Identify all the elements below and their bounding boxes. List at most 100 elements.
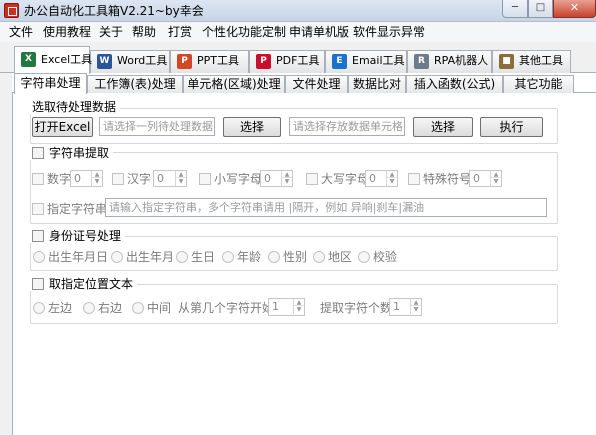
maximize-button[interactable]: □ (528, 0, 553, 18)
verify-radio[interactable] (358, 251, 370, 263)
region-radio[interactable] (313, 251, 325, 263)
digit-checkbox[interactable] (32, 173, 44, 185)
tab-insert-function[interactable]: 插入函数(公式) (406, 75, 503, 93)
tab-workbook-processing[interactable]: 工作簿(表)处理 (87, 75, 183, 93)
start-position-stepper[interactable]: 1 ▲ ▼ (268, 298, 305, 316)
folder-icon: ■ (499, 54, 514, 69)
chevron-down-icon[interactable]: ▼ (491, 178, 501, 185)
open-excel-button[interactable]: 打开Excel (32, 117, 93, 137)
id-card-group-title: 身份证号处理 (30, 229, 126, 243)
execute-button[interactable]: 执行 (480, 117, 543, 137)
window-title: 办公自动化工具箱V2.21~by幸会 (24, 4, 204, 18)
pdf-icon: P (256, 54, 271, 69)
digit-stepper[interactable]: 0 ▲ ▼ (70, 170, 103, 187)
tab-word[interactable]: W Word工具 (90, 50, 170, 73)
birth-month-radio[interactable] (111, 251, 123, 263)
select-data-group-title: 选取待处理数据 (30, 100, 121, 114)
tab-excel[interactable]: X Excel工具 (14, 46, 92, 74)
menu-standalone[interactable]: 申请单机版 (289, 24, 349, 40)
select-source-button[interactable]: 选择 (223, 117, 281, 137)
minimize-button[interactable]: ─ (502, 0, 528, 18)
menu-about[interactable]: 关于 (99, 24, 123, 40)
position-text-checkbox[interactable] (32, 278, 44, 290)
chevron-down-icon[interactable]: ▼ (176, 178, 186, 185)
special-symbol-label: 特殊符号 (423, 172, 472, 186)
source-range-input[interactable]: 请选择一列待处理数据 (99, 117, 215, 136)
birthdate-radio[interactable] (33, 251, 45, 263)
chevron-down-icon[interactable]: ▼ (411, 306, 421, 313)
menu-tutorial[interactable]: 使用教程 (43, 24, 91, 40)
custom-string-label: 指定字符串 (47, 202, 108, 216)
chevron-up-icon[interactable]: ▲ (92, 171, 102, 178)
chevron-up-icon[interactable]: ▲ (294, 299, 304, 306)
tab-file-processing[interactable]: 文件处理 (285, 75, 348, 93)
string-extract-group-title: 字符串提取 (30, 146, 114, 160)
chevron-down-icon[interactable]: ▼ (92, 178, 102, 185)
email-icon: E (332, 54, 347, 69)
age-label: 年龄 (237, 250, 262, 264)
special-symbol-checkbox[interactable] (408, 173, 420, 185)
right-radio[interactable] (83, 302, 95, 314)
chevron-down-icon[interactable]: ▼ (294, 306, 304, 313)
birthdate-label: 出生年月日 (48, 250, 109, 264)
left-radio[interactable] (33, 302, 45, 314)
menu-donate[interactable]: 打赏 (168, 24, 192, 40)
char-count-label: 提取字符个数: (320, 301, 397, 315)
tab-rpa[interactable]: R RPA机器人 (407, 50, 492, 73)
birthday-radio[interactable] (176, 251, 188, 263)
uppercase-label: 大写字母 (321, 172, 370, 186)
menu-file[interactable]: 文件 (9, 24, 33, 40)
tab-string-processing[interactable]: 字符串处理 (14, 73, 87, 94)
lowercase-checkbox[interactable] (199, 173, 211, 185)
chevron-up-icon[interactable]: ▲ (411, 299, 421, 306)
excel-icon: X (21, 52, 36, 67)
chevron-up-icon[interactable]: ▲ (176, 171, 186, 178)
chinese-label: 汉字 (127, 172, 152, 186)
app-icon (4, 3, 19, 18)
chevron-up-icon[interactable]: ▲ (387, 171, 397, 178)
tab-email[interactable]: E Email工具 (325, 50, 407, 73)
tab-other-tools[interactable]: ■ 其他工具 (492, 50, 571, 73)
select-target-button[interactable]: 选择 (413, 117, 473, 137)
right-label: 右边 (98, 301, 123, 315)
tab-ppt[interactable]: P PPT工具 (170, 50, 249, 73)
menu-custom-feature[interactable]: 个性化功能定制 (202, 24, 286, 40)
age-radio[interactable] (222, 251, 234, 263)
chinese-stepper[interactable]: 0 ▲ ▼ (153, 170, 187, 187)
menu-help[interactable]: 帮助 (132, 24, 156, 40)
id-card-checkbox[interactable] (32, 230, 44, 242)
tab-pdf[interactable]: P PDF工具 (249, 50, 325, 73)
uppercase-checkbox[interactable] (306, 173, 318, 185)
string-extract-checkbox[interactable] (32, 147, 44, 159)
target-cell-input[interactable]: 请选择存放数据单元格 (289, 117, 405, 136)
tab-cell-processing[interactable]: 单元格(区域)处理 (183, 75, 285, 93)
start-position-label: 从第几个字符开始: (178, 301, 279, 315)
custom-string-input[interactable]: 请输入指定字符串，多个字符串请用 |隔开，例如 异响|刹车|漏油 (105, 198, 547, 217)
chevron-up-icon[interactable]: ▲ (282, 171, 292, 178)
middle-radio[interactable] (132, 302, 144, 314)
chevron-up-icon[interactable]: ▲ (491, 171, 501, 178)
sub-tab-strip: 字符串处理 工作簿(表)处理 单元格(区域)处理 文件处理 数据比对 插入函数(… (12, 73, 596, 94)
menu-bar: 文件 使用教程 关于 帮助 打赏 个性化功能定制 申请单机版 软件显示异常 (0, 22, 596, 42)
custom-string-checkbox[interactable] (32, 203, 44, 215)
lowercase-label: 小写字母 (214, 172, 263, 186)
birthday-label: 生日 (191, 250, 216, 264)
char-count-stepper[interactable]: 1 ▲ ▼ (389, 298, 422, 316)
digit-label: 数字 (47, 172, 72, 186)
lowercase-stepper[interactable]: 0 ▲ ▼ (260, 170, 293, 187)
chevron-down-icon[interactable]: ▼ (282, 178, 292, 185)
uppercase-stepper[interactable]: 0 ▲ ▼ (365, 170, 398, 187)
word-icon: W (97, 54, 112, 69)
menu-display-issue[interactable]: 软件显示异常 (353, 24, 425, 40)
position-text-group-title: 取指定位置文本 (30, 277, 138, 291)
tab-data-compare[interactable]: 数据比对 (348, 75, 406, 93)
tab-other-functions[interactable]: 其它功能 (503, 75, 574, 93)
chevron-down-icon[interactable]: ▼ (387, 178, 397, 185)
gender-radio[interactable] (268, 251, 280, 263)
close-button[interactable]: ✕ (553, 0, 596, 18)
tool-tab-strip: X Excel工具 W Word工具 P PPT工具 P PDF工具 E Ema… (0, 42, 596, 74)
chinese-checkbox[interactable] (112, 173, 124, 185)
middle-label: 中间 (147, 301, 172, 315)
special-symbol-stepper[interactable]: 0 ▲ ▼ (469, 170, 502, 187)
verify-label: 校验 (373, 250, 398, 264)
